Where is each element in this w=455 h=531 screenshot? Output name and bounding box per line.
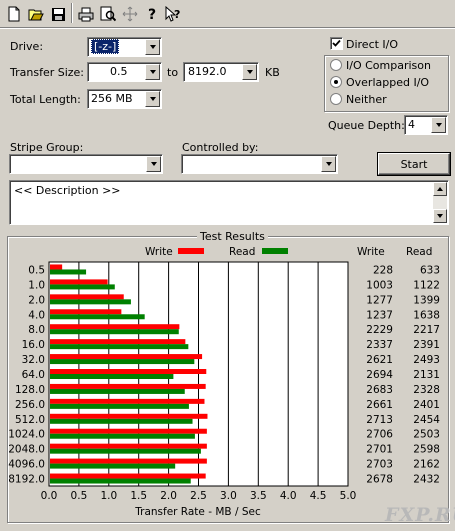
y-category-label: 32.0 [22,354,45,366]
write-bar [50,458,207,464]
y-category-label: 8.0 [28,324,45,336]
write-bar [50,369,207,374]
read-value: 2401 [413,399,440,411]
x-tick-label: 2.5 [190,490,207,502]
x-tick-label: 5.0 [340,490,357,502]
legend-write-label: Write [145,246,173,258]
write-column-header: Write [357,246,385,258]
write-value: 2706 [366,429,393,441]
write-bar [50,383,206,389]
read-bar [50,284,115,290]
y-category-label: 2.0 [28,294,45,306]
write-value: 2713 [366,414,393,426]
watermark-logo: FXP.RU [385,504,455,526]
read-bar [50,418,193,424]
write-value: 2701 [366,444,393,456]
read-bar [50,269,87,275]
read-value: 2391 [413,339,440,351]
x-tick-label: 4.5 [310,490,327,502]
read-bar [50,433,195,439]
results-chart: Write Read Write Read 0.5 1.0 2.0 4.0 8.0 16.… [8,246,440,518]
write-bar [50,294,124,300]
y-category-label: 16.0 [22,339,45,351]
read-value: 2162 [413,459,440,471]
read-value: 1122 [413,279,440,291]
read-bar [50,329,179,335]
read-bar [50,344,189,350]
write-value: 2661 [366,399,393,411]
write-bar [50,428,207,434]
write-bar [50,354,203,360]
x-tick-label: 3.5 [250,490,267,502]
y-category-label: 128.0 [15,384,45,396]
read-bar [50,388,185,394]
read-value: 2454 [413,414,440,426]
legend-read-swatch [262,248,288,254]
write-value: 1237 [366,309,393,321]
legend-write-swatch [178,248,204,254]
read-bar [50,374,174,379]
write-value: 1277 [366,294,393,306]
y-category-label: 64.0 [22,369,45,381]
write-bar [50,339,186,345]
read-value: 633 [420,264,440,276]
read-value: 2328 [413,384,440,396]
write-value: 228 [373,264,393,276]
write-value: 1003 [366,279,393,291]
x-tick-label: 0.5 [71,490,88,502]
write-value: 2694 [366,369,393,381]
y-category-label: 8192.0 [8,474,45,486]
read-bar [50,359,195,365]
write-value: 2229 [366,324,393,336]
x-tick-label: 0.0 [41,490,58,502]
read-value: 2503 [413,429,440,441]
y-category-label: 256.0 [15,399,45,411]
legend-read-label: Read [229,246,255,258]
read-column-header: Read [406,246,432,258]
read-bar [50,448,201,454]
y-category-label: 4.0 [28,309,45,321]
y-category-label: 1.0 [28,279,45,291]
x-tick-label: 1.0 [100,490,117,502]
write-bar [50,443,207,449]
read-value: 2217 [413,324,440,336]
read-value: 2493 [413,354,440,366]
write-bar [50,413,208,419]
read-value: 2131 [413,369,440,381]
x-tick-label: 1.5 [130,490,147,502]
x-tick-label: 4.0 [280,490,297,502]
x-tick-label: 2.0 [160,490,177,502]
write-bar [50,473,206,479]
read-bar [50,478,191,484]
y-category-label: 512.0 [15,414,45,426]
read-bar [50,299,131,305]
write-value: 2621 [366,354,393,366]
read-value: 2598 [413,444,440,456]
x-axis-label: Transfer Rate - MB / Sec [134,506,261,518]
write-value: 2703 [366,459,393,471]
write-bar [50,264,63,270]
read-bar [50,403,189,409]
write-bar [50,279,108,285]
write-bar [50,324,180,330]
write-value: 2337 [366,339,393,351]
x-tick-label: 3.0 [220,490,237,502]
read-value: 1638 [413,309,440,321]
write-value: 2683 [366,384,393,396]
y-category-label: 2048.0 [8,444,45,456]
y-category-label: 1024.0 [8,429,45,441]
read-value: 2432 [413,474,440,486]
write-bar [50,309,122,315]
y-category-label: 4096.0 [8,459,45,471]
write-value: 2678 [366,474,393,486]
read-bar [50,314,145,320]
write-bar [50,398,205,404]
read-value: 1399 [413,294,440,306]
read-bar [50,463,176,469]
y-category-label: 0.5 [28,264,45,276]
